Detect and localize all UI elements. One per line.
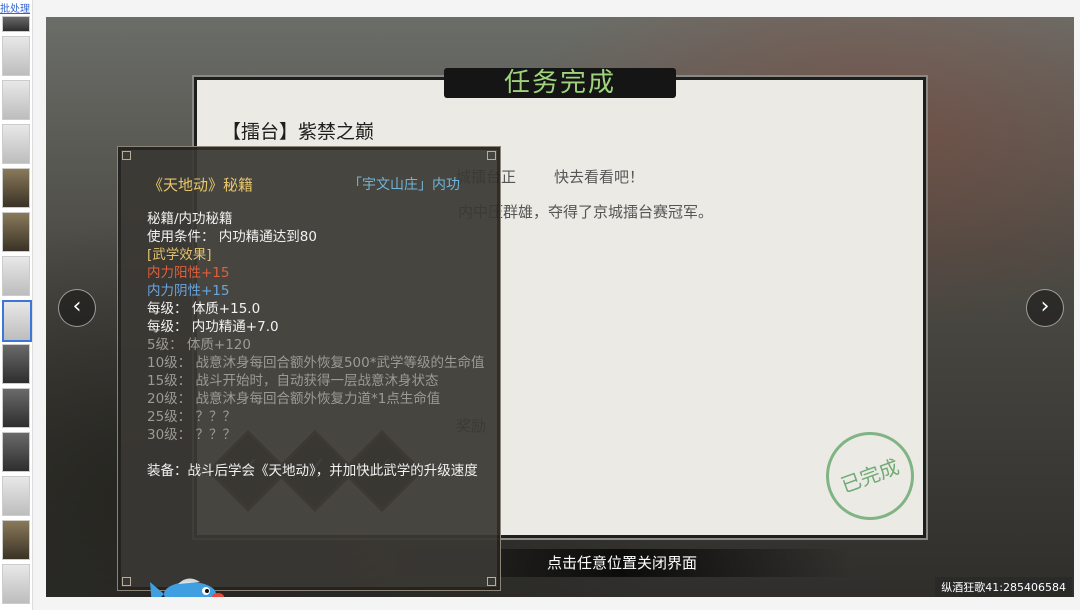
watermark-text: 纵酒狂歌41:285406584 bbox=[935, 577, 1072, 597]
quest-complete-banner: 任务完成 bbox=[444, 68, 676, 98]
thumbnail-selected[interactable] bbox=[2, 300, 32, 342]
thumbnail-sidebar: 批处理 bbox=[0, 0, 33, 610]
item-requirement: 使用条件： 内功精通达到80 bbox=[147, 229, 317, 245]
frame-corner bbox=[122, 577, 131, 586]
level-bonus: 25级： ？？？ bbox=[147, 409, 236, 425]
thumbnail[interactable] bbox=[2, 80, 30, 120]
yin-stat: 内力阴性+15 bbox=[147, 283, 230, 299]
next-image-button[interactable]: › bbox=[1026, 289, 1064, 327]
thumbnail[interactable] bbox=[2, 388, 30, 428]
thumbnail[interactable] bbox=[2, 212, 30, 252]
equip-note: 装备：战斗后学会《天地动》，并加快此武学的升级速度 bbox=[147, 463, 478, 479]
thumbnail[interactable] bbox=[2, 256, 30, 296]
fish-icon bbox=[150, 578, 224, 597]
item-category: 秘籍/内功秘籍 bbox=[147, 211, 233, 227]
thumbnail[interactable] bbox=[2, 520, 30, 560]
frame-corner bbox=[122, 151, 131, 160]
frame-corner bbox=[487, 577, 496, 586]
prev-image-button[interactable]: ‹ bbox=[58, 289, 96, 327]
banner-text: 任务完成 bbox=[503, 68, 616, 98]
thumbnail[interactable] bbox=[2, 564, 30, 604]
thumbnail[interactable] bbox=[2, 36, 30, 76]
effects-header: [武学效果] bbox=[147, 247, 212, 263]
item-name: 《天地动》秘籍 bbox=[148, 176, 254, 194]
level-bonus: 10级： 战意沐身每回合额外恢复500*武学等级的生命值 bbox=[147, 355, 485, 371]
thumbnail[interactable] bbox=[2, 432, 30, 472]
level-bonus: 20级： 战意沐身每回合额外恢复力道*1点生命值 bbox=[147, 391, 441, 407]
per-level-stat: 每级： 体质+15.0 bbox=[147, 301, 261, 317]
item-school: 「宇文山庄」内功 bbox=[348, 177, 460, 193]
frame-corner bbox=[487, 151, 496, 160]
item-attributes: 秘籍/内功秘籍 使用条件： 内功精通达到80 [武学效果] 内力阳性+15 内力… bbox=[147, 210, 487, 480]
per-level-stat: 每级： 内功精通+7.0 bbox=[147, 319, 279, 335]
level-bonus: 15级： 战斗开始时，自动获得一层战意沐身状态 bbox=[147, 373, 439, 389]
level-bonus: 30级： ？？？ bbox=[147, 427, 236, 443]
image-viewer: 任务完成 【擂台】紫禁之巅 城擂台正 快去看看吧！ 内中压群雄，夺得了京城擂台赛… bbox=[46, 17, 1074, 597]
thumbnail[interactable] bbox=[2, 124, 30, 164]
item-tooltip: 《天地动》秘籍 「宇文山庄」内功 秘籍/内功秘籍 使用条件： 内功精通达到80 … bbox=[117, 146, 501, 597]
thumbnail[interactable] bbox=[2, 344, 30, 384]
yang-stat: 内力阳性+15 bbox=[147, 265, 230, 281]
quest-desc-tail: 快去看看吧！ bbox=[554, 168, 645, 186]
level-bonus: 5级： 体质+120 bbox=[147, 337, 251, 353]
quest-title: 【擂台】紫禁之巅 bbox=[222, 121, 375, 143]
thumbnail[interactable] bbox=[2, 168, 30, 208]
thumbnail[interactable] bbox=[2, 476, 30, 516]
thumbnail[interactable] bbox=[2, 16, 30, 32]
batch-process-link[interactable]: 批处理 bbox=[0, 0, 30, 15]
